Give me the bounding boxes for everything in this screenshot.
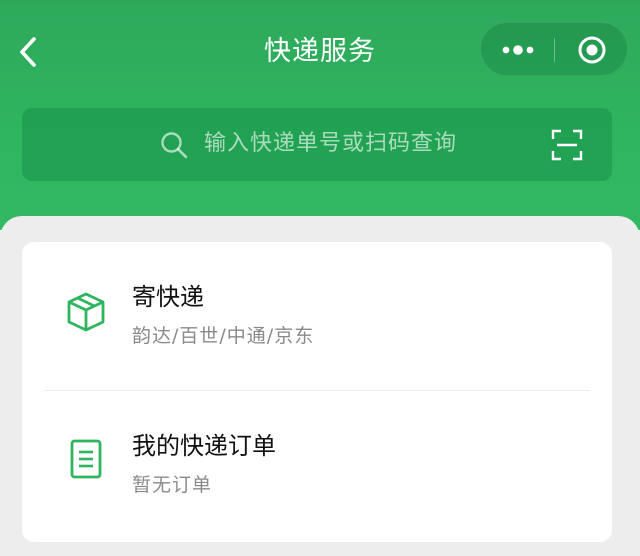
order-document-icon [70,439,102,479]
my-orders-item[interactable]: 我的快递订单 暂无订单 [22,391,612,539]
my-orders-subtitle: 暂无订单 [132,474,213,496]
send-express-item[interactable]: 寄快递 韵达/百世/中通/京东 [22,242,612,390]
scan-button[interactable] [548,126,586,164]
service-card: 寄快递 韵达/百世/中通/京东 我的快递订单 暂无订单 [22,242,612,542]
search-bar[interactable]: 输入快递单号或扫码查询 [22,108,612,181]
package-box-icon [67,292,105,332]
scan-icon [551,129,583,161]
more-button[interactable] [481,23,555,77]
send-express-title: 寄快递 [132,283,204,311]
header-bar: 快递服务 输入快递单号或扫码查询 [0,0,640,230]
close-button[interactable] [555,23,629,77]
close-circle-icon [578,36,606,64]
more-dots-icon [502,45,534,55]
my-orders-title: 我的快递订单 [132,432,276,460]
search-icon [161,132,188,159]
search-input[interactable]: 输入快递单号或扫码查询 [204,126,457,162]
mini-program-capsule [480,22,628,76]
send-express-subtitle: 韵达/百世/中通/京东 [132,325,315,347]
